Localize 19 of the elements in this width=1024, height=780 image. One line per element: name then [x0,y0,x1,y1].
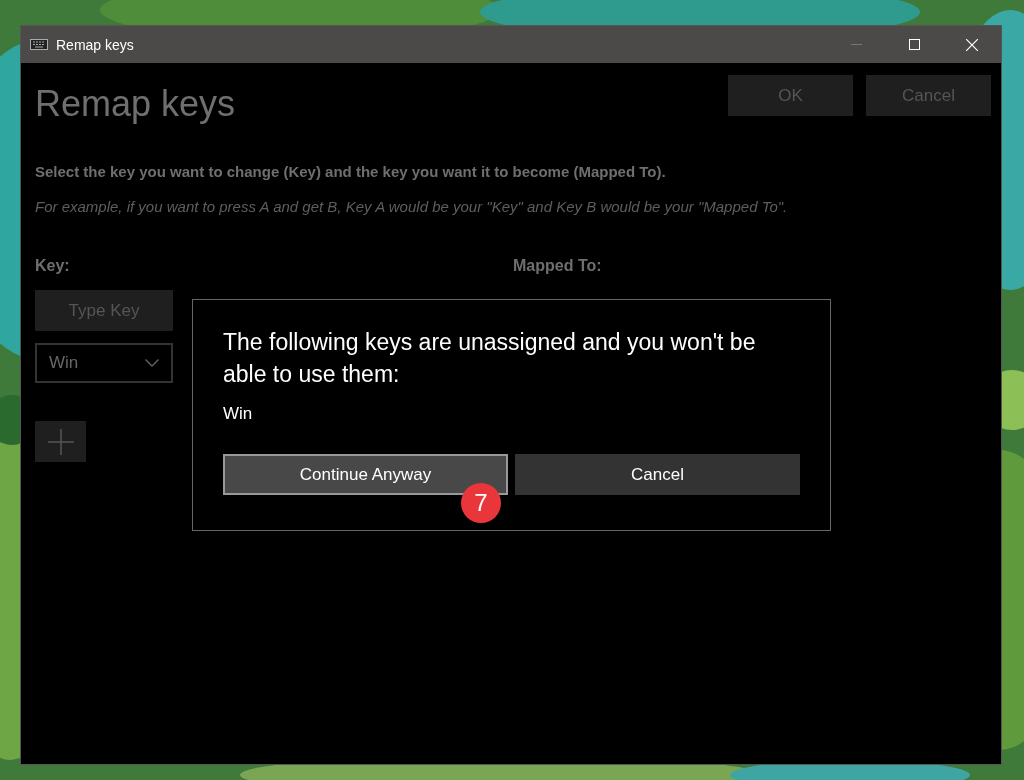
cancel-button[interactable]: Cancel [515,454,800,495]
key-dropdown[interactable]: Win [35,343,173,383]
maximize-icon [908,39,920,50]
dialog-message: The following keys are unassigned and you won't be able to use them: [223,328,757,389]
plus-icon [47,428,74,455]
mapped-to-label: Mapped To: [513,257,602,275]
key-label: Key: [35,257,70,275]
minimize-icon [850,44,862,45]
continue-button[interactable]: Continue Anyway [223,454,508,495]
keyboard-icon [30,39,48,50]
example-text: For example, if you want to press A and get B, Key A would be your "Key" and Key B would be your "Mapped To". [35,198,789,215]
page-heading: Remap keys [35,83,236,125]
close-icon [966,38,978,51]
dropdown-value: Win [49,353,79,373]
unassigned-keys-text: Win [223,404,254,424]
chevron-down-icon [145,359,159,367]
add-button[interactable] [35,421,86,462]
window-title: Remap keys [56,36,134,53]
instruction-text: Select the key you want to change (Key) and the key you want it to become (Mapped To). [35,163,667,180]
